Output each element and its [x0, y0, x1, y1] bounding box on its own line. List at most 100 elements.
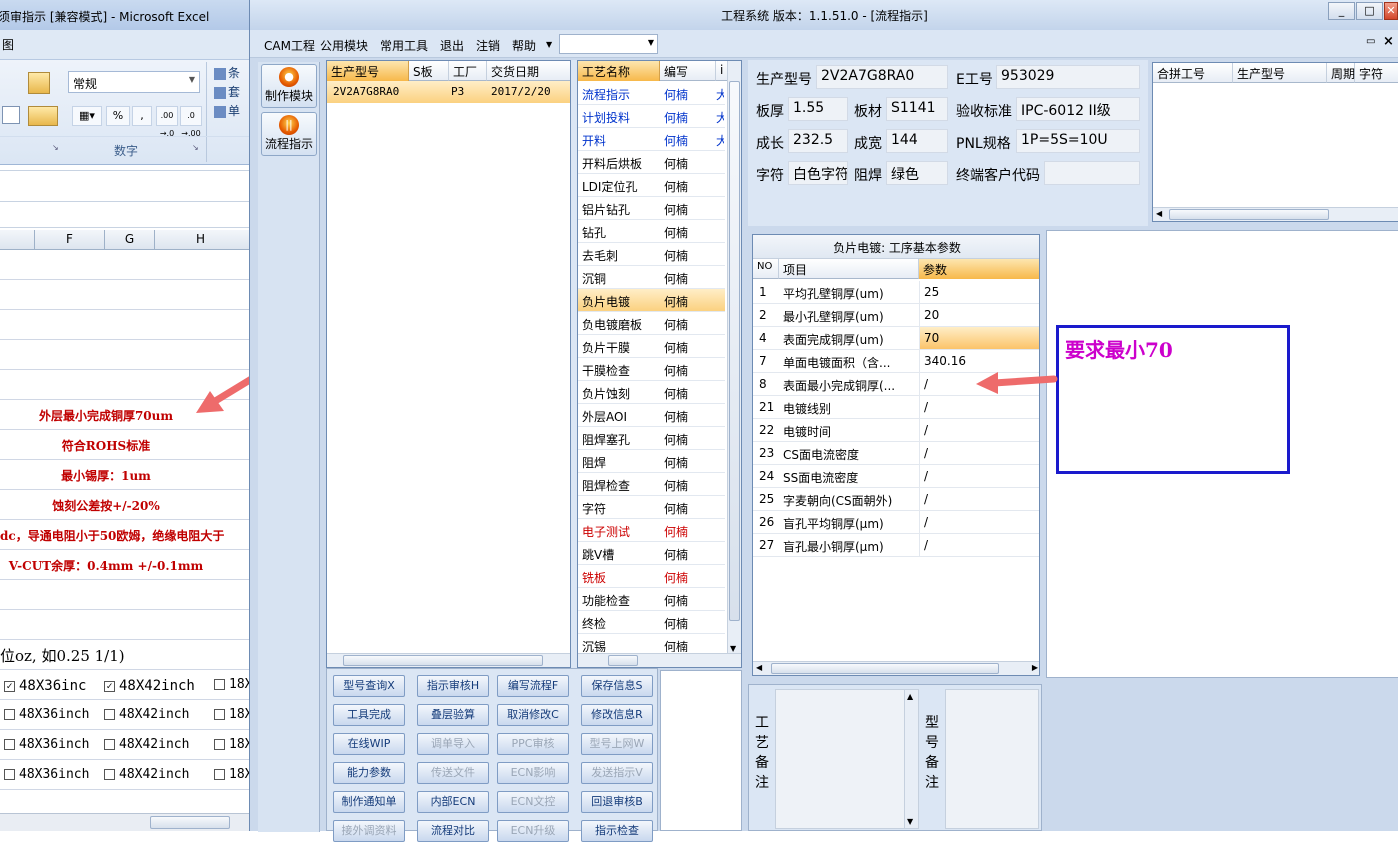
mdi-restore-icon[interactable]: ▭ — [1366, 36, 1375, 47]
param-value-cell[interactable]: / — [919, 465, 1039, 487]
params-header-item[interactable]: 项目 — [779, 259, 919, 279]
material-field[interactable]: S1141 — [886, 97, 948, 121]
percent-button[interactable]: % — [106, 106, 130, 126]
action-button[interactable]: ECN升级 — [497, 820, 569, 842]
process-row[interactable]: 外层AOI 何楠 — [578, 404, 725, 427]
process-row[interactable]: 沉铜 何楠 — [578, 266, 725, 289]
action-button[interactable]: 编写流程F — [497, 675, 569, 697]
merge-hscrollbar[interactable]: ◀ — [1153, 207, 1398, 221]
model-field[interactable]: 2V2A7G8RA0 — [816, 65, 948, 89]
params-row[interactable]: 27 盲孔最小铜厚(μm) / — [753, 534, 1039, 557]
checkbox-48x42[interactable]: 48X42inch — [104, 707, 189, 722]
orders-header-date[interactable]: 交货日期 — [487, 61, 570, 81]
action-button[interactable]: 内部ECN — [417, 791, 489, 813]
checkbox-18x[interactable]: 18X — [214, 707, 252, 722]
e-number-field[interactable]: 953029 — [996, 65, 1140, 89]
params-row[interactable]: 26 盲孔平均铜厚(μm) / — [753, 511, 1039, 534]
checkbox-18x[interactable]: 18X — [214, 677, 252, 692]
action-button[interactable]: 叠层验算 — [417, 704, 489, 726]
params-row[interactable]: 2 最小孔壁铜厚(um) 20 — [753, 304, 1039, 327]
process-row[interactable]: 开料后烘板 何楠 — [578, 151, 725, 174]
menu-logout[interactable]: 注销 — [476, 37, 500, 54]
process-row[interactable]: 铝片钻孔 何楠 — [578, 197, 725, 220]
process-header-writer[interactable]: 编写 — [660, 61, 716, 81]
menu-combo[interactable]: ▼ — [559, 34, 658, 54]
process-row[interactable]: LDI定位孔 何楠 — [578, 174, 725, 197]
table-row[interactable]: 2V2A7G8RA0 P3 2017/2/20 — [327, 81, 570, 103]
chevron-left-icon[interactable]: ◀ — [1156, 209, 1162, 218]
process-row[interactable]: 铣板 何楠 — [578, 565, 725, 588]
format-table-button[interactable]: 套 — [214, 83, 240, 102]
process-row[interactable]: 跳V槽 何楠 — [578, 542, 725, 565]
scroll-thumb[interactable] — [729, 81, 740, 621]
param-value-cell[interactable]: / — [919, 511, 1039, 533]
process-row[interactable]: 电子测试 何楠 — [578, 519, 725, 542]
mdi-close-icon[interactable]: × — [1383, 34, 1394, 49]
action-button[interactable]: 型号上网W — [581, 733, 653, 755]
action-button[interactable]: 传送文件 — [417, 762, 489, 784]
decrease-decimal-button[interactable]: .0 →.00 — [180, 106, 202, 138]
param-value-cell[interactable]: / — [919, 534, 1039, 556]
currency-button[interactable]: ▦▾ — [72, 106, 102, 126]
params-header-no[interactable]: NO — [753, 259, 779, 279]
sheet-cell-text[interactable]: 蚀刻公差按+/-20% — [0, 497, 232, 514]
action-button[interactable]: 取消修改C — [497, 704, 569, 726]
checkbox-48x36[interactable]: 48X36inch — [4, 707, 89, 722]
action-button[interactable]: 调单导入 — [417, 733, 489, 755]
sheet-cell-text[interactable]: 最小锡厚：1um — [0, 467, 232, 484]
sheet-cell-text[interactable]: dc，导通电阻小于50欧姆，绝缘电阻大于 — [0, 527, 252, 544]
menu-cam[interactable]: CAM工程 — [264, 37, 315, 54]
conditional-format-button[interactable]: 条 — [214, 64, 240, 83]
number-format-select[interactable]: 常规 ▼ — [68, 71, 200, 93]
chevron-left-icon[interactable]: ◀ — [756, 663, 762, 672]
flow-instruction-button[interactable]: || 流程指示 — [261, 112, 317, 156]
params-row[interactable]: 1 平均孔壁铜厚(um) 25 — [753, 281, 1039, 304]
cell-styles-button[interactable]: 单 — [214, 102, 240, 121]
scroll-thumb[interactable] — [150, 816, 230, 829]
process-row[interactable]: 流程指示 何楠 大 — [578, 82, 725, 105]
action-button[interactable]: PPC审核 — [497, 733, 569, 755]
chevron-down-icon[interactable]: ▼ — [546, 40, 552, 49]
increase-decimal-button[interactable]: .00 →.0 — [156, 106, 178, 138]
params-row[interactable]: 24 SS面电流密度 / — [753, 465, 1039, 488]
merge-header-char[interactable]: 字符 — [1355, 63, 1398, 83]
sheet-cell-text[interactable]: V-CUT余厚：0.4mm +/-0.1mm — [0, 557, 232, 574]
checkbox-48x42[interactable]: ✓ 48X42inch — [104, 678, 195, 694]
process-row[interactable]: 负电镀磨板 何楠 — [578, 312, 725, 335]
scroll-thumb[interactable] — [608, 655, 638, 666]
scroll-thumb[interactable] — [343, 655, 543, 666]
standard-field[interactable]: IPC-6012 II级 — [1016, 97, 1140, 121]
params-hscrollbar[interactable]: ◀ ▶ — [753, 661, 1039, 675]
param-value-cell[interactable]: 70 — [919, 327, 1039, 349]
process-row[interactable]: 计划投料 何楠 大 — [578, 105, 725, 128]
params-row[interactable]: 4 表面完成铜厚(um) 70 — [753, 327, 1039, 350]
action-button[interactable]: 制作通知单 — [333, 791, 405, 813]
scroll-thumb[interactable] — [771, 663, 999, 674]
process-row[interactable]: 字符 何楠 — [578, 496, 725, 519]
chevron-down-icon[interactable]: ▼ — [730, 644, 736, 653]
process-row[interactable]: 沉锡 何楠 — [578, 634, 725, 652]
dialog-launcher-icon[interactable]: ↘ — [52, 143, 59, 152]
solder-mask-field[interactable]: 绿色 — [886, 161, 948, 185]
process-row[interactable]: 负片蚀刻 何楠 — [578, 381, 725, 404]
make-module-button[interactable]: ● 制作模块 — [261, 64, 317, 108]
param-value-cell[interactable]: / — [919, 488, 1039, 510]
params-row[interactable]: 22 电镀时间 / — [753, 419, 1039, 442]
merge-header-job[interactable]: 合拼工号 — [1153, 63, 1233, 83]
process-header-name[interactable]: 工艺名称 — [578, 61, 660, 81]
param-value-cell[interactable]: 25 — [919, 281, 1039, 303]
process-row[interactable]: 干膜检查 何楠 — [578, 358, 725, 381]
action-button[interactable]: 能力参数 — [333, 762, 405, 784]
checkbox-48x36[interactable]: 48X36inch — [4, 767, 89, 782]
chevron-up-icon[interactable]: ▲ — [907, 692, 913, 701]
chevron-down-icon[interactable]: ▼ — [907, 817, 913, 826]
process-row[interactable]: 负片干膜 何楠 — [578, 335, 725, 358]
align-icon[interactable] — [2, 106, 20, 124]
excel-formula-bar[interactable] — [0, 170, 252, 202]
action-button[interactable]: 发送指示V — [581, 762, 653, 784]
column-header-g[interactable]: G — [104, 230, 154, 250]
action-button[interactable]: 在线WIP — [333, 733, 405, 755]
length-field[interactable]: 232.5 — [788, 129, 848, 153]
width-field[interactable]: 144 — [886, 129, 948, 153]
process-row[interactable]: 阻焊塞孔 何楠 — [578, 427, 725, 450]
